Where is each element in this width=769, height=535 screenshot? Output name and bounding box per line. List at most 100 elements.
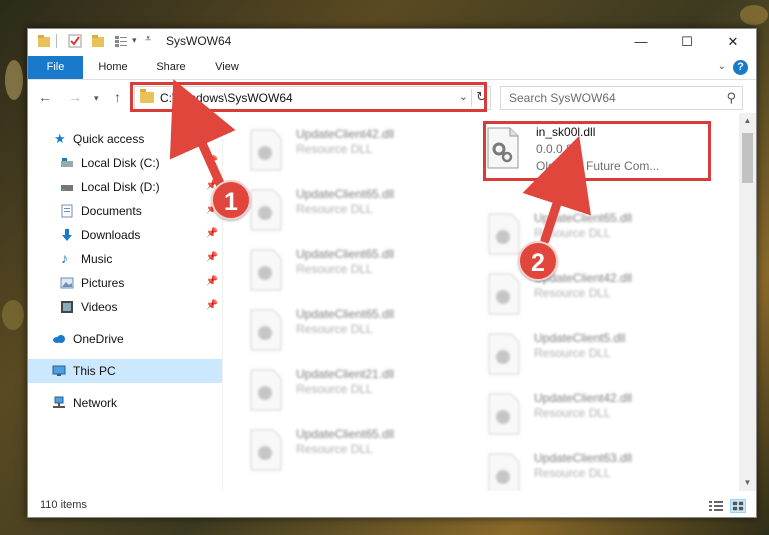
pin-icon[interactable]: 📌 [206, 276, 218, 287]
file-item[interactable]: UpdateClient65.dll Resource DLL [462, 205, 682, 261]
back-arrow-icon[interactable]: ← [38, 89, 52, 105]
file-item[interactable]: UpdateClient5.dll Resource DLL [462, 325, 682, 381]
close-button[interactable]: ✕ [710, 29, 756, 54]
vertical-scrollbar[interactable]: ▲ ▼ [739, 113, 756, 491]
file-type: Resource DLL [296, 142, 373, 156]
file-item-in-sk00l-dll[interactable]: in_sk00l.dll 0.0.0.84 Oldsk00l Future Co… [462, 119, 712, 179]
sidebar-item-label: Network [73, 396, 118, 410]
pin-icon[interactable]: 📌 [206, 228, 218, 239]
file-type: Resource DLL [534, 466, 611, 480]
file-name: UpdateClient65.dll [534, 211, 633, 225]
music-icon: ♪ [61, 250, 68, 266]
refresh-icon[interactable]: ↻ [471, 89, 487, 107]
scrollbar-thumb[interactable] [742, 133, 753, 183]
sidebar-item-quick-access[interactable]: ★ Quick access [28, 127, 222, 151]
step-1-badge: 1 [211, 180, 251, 220]
recent-locations-icon[interactable]: ▾ [94, 93, 99, 104]
tab-file[interactable]: File [28, 56, 83, 79]
sidebar-item-onedrive[interactable]: OneDrive [28, 327, 222, 351]
file-name: UpdateClient65.dll [296, 247, 395, 261]
navigation-pane: ★ Quick access Local Disk (C:) 📌 Local D… [28, 119, 222, 489]
forward-arrow-icon[interactable]: → [68, 89, 82, 105]
file-description: Oldsk00l Future Com... [536, 159, 660, 173]
minimize-button[interactable]: — [618, 29, 664, 54]
details-view-icon[interactable] [708, 499, 724, 513]
file-type: Resource DLL [534, 226, 611, 240]
sidebar-item-local-disk-d[interactable]: Local Disk (D:) 📌 [28, 175, 222, 199]
pin-icon[interactable]: 📌 [206, 300, 218, 311]
sidebar-item-network[interactable]: Network [28, 391, 222, 415]
chevron-down-icon[interactable]: ⌄ [459, 90, 468, 103]
file-item[interactable]: UpdateClient42.dll Resource DLL [224, 121, 444, 177]
network-icon [53, 396, 65, 408]
search-icon[interactable]: ⚲ [726, 90, 736, 106]
step-2-badge: 2 [518, 241, 558, 281]
file-item[interactable]: UpdateClient63.dll Resource DLL [462, 445, 682, 491]
tab-home[interactable]: Home [88, 56, 138, 79]
scroll-up-icon[interactable]: ▲ [739, 113, 756, 129]
sidebar-item-label: Downloads [81, 228, 141, 242]
pin-icon[interactable]: 📌 [206, 156, 218, 167]
file-item[interactable]: UpdateClient42.dll Resource DLL [462, 385, 682, 441]
file-item[interactable]: UpdateClient65.dll Resource DLL [224, 241, 444, 297]
ribbon-tabs: File Home Share View ⌄ ? [28, 56, 756, 79]
file-item[interactable]: UpdateClient42.dll Resource DLL [462, 265, 682, 321]
sidebar-item-label: Local Disk (C:) [81, 156, 160, 170]
dll-file-icon [488, 333, 520, 375]
sidebar-item-pictures[interactable]: Pictures 📌 [28, 271, 222, 295]
dll-file-icon [488, 273, 520, 315]
address-path[interactable]: C:\Windows\SysWOW64 [160, 91, 293, 105]
help-icon[interactable]: ? [733, 60, 748, 75]
file-type: Resource DLL [296, 322, 373, 336]
customize-toolbar-icon[interactable] [114, 34, 128, 48]
drive-icon [61, 158, 73, 167]
maximize-button[interactable]: ☐ [664, 29, 710, 54]
sidebar-item-label: Music [81, 252, 113, 266]
new-folder-icon[interactable] [91, 34, 105, 48]
file-item[interactable]: UpdateClient65.dll Resource DLL [224, 421, 444, 477]
sidebar-item-label: Pictures [81, 276, 125, 290]
sidebar-item-music[interactable]: ♪ Music 📌 [28, 247, 222, 271]
dll-file-icon [488, 453, 520, 491]
sidebar-item-downloads[interactable]: Downloads 📌 [28, 223, 222, 247]
title-bar: ▾ ⩡ SysWOW64 — ☐ ✕ [28, 29, 756, 54]
address-bar[interactable]: C:\Windows\SysWOW64 ⌄ ↻ [134, 86, 491, 110]
item-count: 110 items [40, 499, 87, 511]
file-item[interactable]: UpdateClient65.dll Resource DLL [224, 181, 444, 237]
file-item[interactable]: UpdateClient21.dll Resource DLL [224, 361, 444, 417]
properties-icon[interactable] [68, 34, 82, 48]
sidebar-item-this-pc[interactable]: This PC [28, 359, 222, 383]
file-name: UpdateClient5.dll [534, 331, 626, 345]
drive-icon [61, 185, 73, 191]
up-arrow-icon[interactable]: ↑ [114, 89, 121, 105]
sidebar-item-local-disk-c[interactable]: Local Disk (C:) 📌 [28, 151, 222, 175]
search-input[interactable]: Search SysWOW64 ⚲ [500, 86, 743, 110]
toolbar-divider [56, 34, 57, 48]
file-name: UpdateClient21.dll [296, 367, 395, 381]
file-type: Resource DLL [534, 286, 611, 300]
sidebar-item-label: This PC [73, 364, 116, 378]
file-name: UpdateClient42.dll [534, 391, 633, 405]
tab-view[interactable]: View [202, 56, 252, 79]
sidebar-item-label: OneDrive [73, 332, 124, 346]
sidebar-item-label: Quick access [73, 132, 145, 146]
sidebar-item-videos[interactable]: Videos 📌 [28, 295, 222, 319]
file-name: UpdateClient65.dll [296, 307, 395, 321]
star-icon: ★ [54, 131, 66, 146]
file-version: 0.0.0.84 [536, 142, 580, 156]
large-icons-view-icon[interactable] [730, 499, 746, 513]
dll-file-icon [250, 189, 282, 231]
ribbon-expand-icon[interactable]: ⌄ [718, 61, 726, 72]
quick-access-dropdown-icon[interactable]: ⩡ [145, 33, 151, 46]
documents-icon [61, 204, 73, 218]
pin-icon[interactable]: 📌 [206, 252, 218, 263]
pane-divider[interactable] [222, 119, 223, 489]
file-item[interactable]: UpdateClient65.dll Resource DLL [224, 301, 444, 357]
chevron-down-icon[interactable]: ▾ [132, 35, 137, 46]
file-name: UpdateClient63.dll [534, 451, 633, 465]
sidebar-item-documents[interactable]: Documents 📌 [28, 199, 222, 223]
scroll-down-icon[interactable]: ▼ [739, 475, 756, 491]
file-list: UpdateClient42.dll Resource DLL UpdateCl… [224, 113, 738, 491]
file-type: Resource DLL [296, 262, 373, 276]
tab-share[interactable]: Share [146, 56, 196, 79]
